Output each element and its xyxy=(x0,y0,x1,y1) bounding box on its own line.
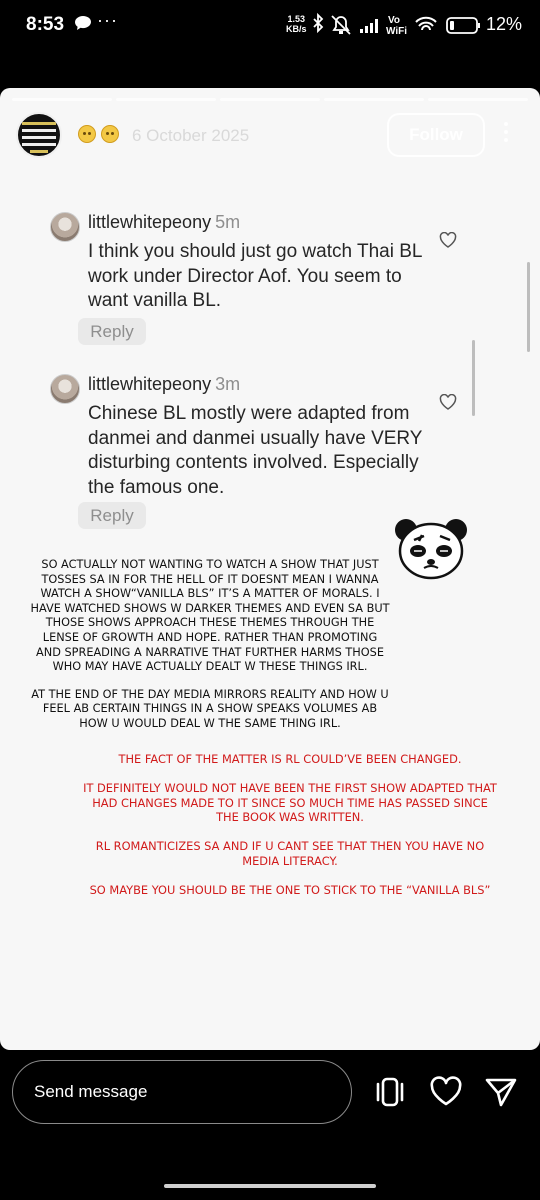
commenter-avatar xyxy=(50,212,80,242)
story-progress-bar xyxy=(12,98,528,101)
progress-segment xyxy=(116,98,216,101)
comment-screenshot: littlewhitepeony 5m I think you should ju… xyxy=(48,210,468,350)
battery-percent: 12% xyxy=(486,14,523,34)
flushed-emoji-icon xyxy=(101,125,119,143)
heart-icon xyxy=(439,232,457,248)
stories-icon[interactable] xyxy=(373,1075,407,1109)
more-options-icon[interactable] xyxy=(502,122,510,146)
network-speed: 1.53 KB/s xyxy=(286,14,307,34)
avatar-text-line xyxy=(22,122,56,125)
network-speed-value: 1.53 xyxy=(287,14,306,24)
comment-username-line: littlewhitepeony 3m xyxy=(88,374,240,395)
comment-time: 3m xyxy=(215,374,241,394)
network-speed-unit: KB/s xyxy=(286,24,307,34)
progress-segment xyxy=(220,98,320,101)
avatar-text-line xyxy=(22,143,56,146)
bluetooth-icon xyxy=(313,12,324,34)
avatar-text-line xyxy=(22,136,56,139)
wifi-icon xyxy=(415,16,437,31)
follow-button[interactable]: Follow xyxy=(387,113,485,157)
progress-segment xyxy=(428,98,528,101)
story-paragraph: IT DEFINITELY WOULD NOT HAVE BEEN THE FI… xyxy=(83,781,497,825)
mute-icon xyxy=(331,15,351,35)
story-paragraph: THE FACT OF THE MATTER IS RL COULD’VE BE… xyxy=(118,752,462,766)
story-header: 6 October 2025 Follow xyxy=(0,110,540,170)
comment-screenshot: littlewhitepeony 3m Chinese BL mostly wer… xyxy=(48,372,468,532)
home-indicator[interactable] xyxy=(164,1184,376,1188)
story-date: 6 October 2025 xyxy=(132,126,250,145)
story-paragraph: RL ROMANTICIZES SA AND IF U CANT SEE THA… xyxy=(95,839,485,868)
scrollbar xyxy=(472,340,475,416)
more-notifications-icon: ··· xyxy=(97,10,118,30)
progress-segment xyxy=(324,98,424,101)
heart-icon xyxy=(439,394,457,410)
send-icon[interactable] xyxy=(484,1075,518,1109)
reply-button: Reply xyxy=(78,318,146,345)
progress-segment xyxy=(12,98,112,101)
story-text-black: SO ACTUALLY NOT WANTING TO WATCH A SHOW … xyxy=(30,558,390,745)
reply-button: Reply xyxy=(78,502,146,529)
status-time: 8:53 xyxy=(26,14,65,35)
avatar-text-line xyxy=(22,129,56,132)
status-icons: Vo WiFi xyxy=(313,12,480,37)
story-paragraph: SO MAYBE YOU SHOULD BE THE ONE TO STICK … xyxy=(89,883,491,898)
comment-username: littlewhitepeony xyxy=(88,212,212,232)
status-bar: 8:53 ··· 1.53 KB/s Vo WiFi 12% xyxy=(0,0,540,52)
signal-icon xyxy=(360,19,378,33)
comment-username-line: littlewhitepeony 5m xyxy=(88,212,240,233)
vowifi-label-bottom: WiFi xyxy=(386,26,407,37)
scrollbar xyxy=(527,262,530,352)
chat-bubble-icon xyxy=(75,16,91,30)
comment-text: I think you should just go watch Thai BL… xyxy=(88,241,422,311)
flushed-emoji-icon xyxy=(78,125,96,143)
comment-time: 5m xyxy=(215,212,241,232)
avatar-text-line xyxy=(30,150,48,153)
panda-sticker xyxy=(395,519,467,580)
battery-icon xyxy=(446,17,480,34)
comment-text: Chinese BL mostly were adapted from danm… xyxy=(88,403,423,498)
story-paragraph: SO ACTUALLY NOT WANTING TO WATCH A SHOW … xyxy=(30,558,390,674)
send-message-input[interactable]: Send message xyxy=(12,1060,352,1124)
story-viewer[interactable]: 6 October 2025 Follow littlewhitepeony 5m… xyxy=(0,88,540,1050)
comment-username: littlewhitepeony xyxy=(88,374,212,394)
vowifi-label-top: Vo xyxy=(388,15,400,26)
story-paragraph: AT THE END OF THE DAY MEDIA MIRRORS REAL… xyxy=(31,687,389,730)
story-text-red: THE FACT OF THE MATTER IS RL COULD’VE BE… xyxy=(80,752,500,912)
commenter-avatar xyxy=(50,374,80,404)
heart-icon[interactable] xyxy=(429,1075,463,1109)
profile-avatar[interactable] xyxy=(16,112,62,158)
